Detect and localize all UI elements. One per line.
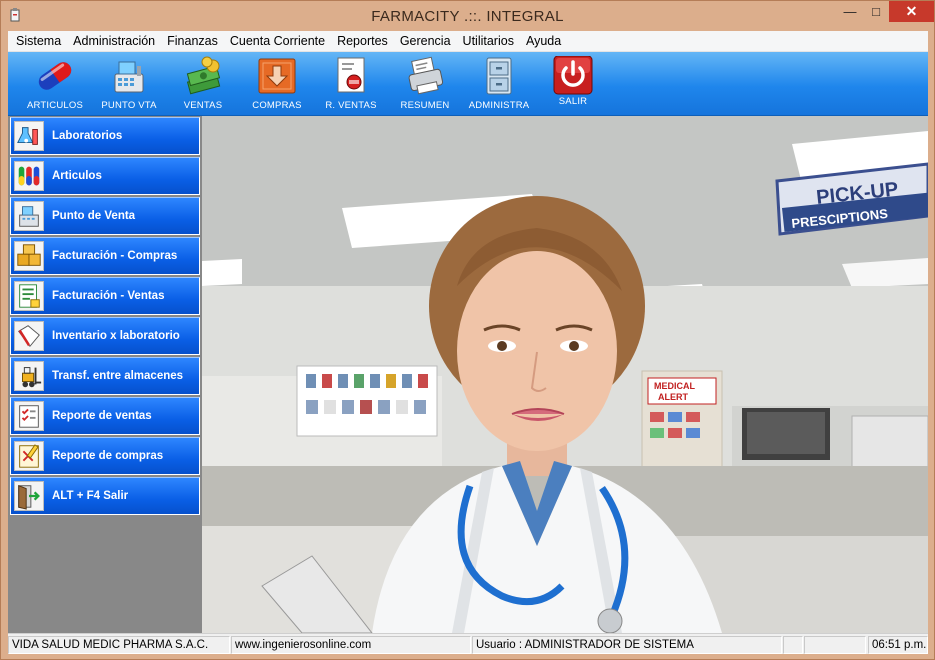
- minimize-icon: —: [843, 4, 857, 19]
- sidebar-item-label: Reporte de compras: [52, 450, 164, 462]
- toolbar-label: PUNTO VTA: [101, 100, 157, 111]
- minimize-button[interactable]: —: [837, 1, 863, 22]
- toolbar-ventas-button[interactable]: VENTAS: [164, 54, 242, 114]
- toolbar-resumen-button[interactable]: RESUMEN: [386, 54, 464, 114]
- menu-sistema[interactable]: Sistema: [10, 31, 67, 52]
- money-stack-icon: [186, 56, 221, 95]
- pharmacy-photo: PICK-UP PRESCIPTIONS MEDICAL ALERT: [202, 116, 928, 633]
- toolbar-administra-button[interactable]: ADMINISTRA: [460, 54, 538, 114]
- app-window: FARMACITY .::. INTEGRAL — □ ✕ Sistema Ad…: [0, 0, 935, 660]
- cash-register-icon: [114, 61, 144, 93]
- menu-ayuda[interactable]: Ayuda: [520, 31, 567, 52]
- inventory-book-icon: [14, 321, 44, 351]
- sidebar-item-facturacion-compras[interactable]: Facturación - Compras: [10, 237, 200, 275]
- close-icon: ✕: [905, 3, 918, 19]
- sidebar-item-reporte-de-ventas[interactable]: Reporte de ventas: [10, 397, 200, 435]
- sidebar-item-label: Facturación - Ventas: [52, 290, 165, 302]
- toolbar-compras-button[interactable]: COMPRAS: [238, 54, 316, 114]
- download-box-icon: [258, 58, 296, 94]
- sidebar-item-laboratorios[interactable]: Laboratorios: [10, 117, 200, 155]
- sales-report-icon: [337, 57, 365, 93]
- toolbar-articulos-button[interactable]: ARTICULOS: [16, 54, 94, 114]
- title-bar[interactable]: FARMACITY .::. INTEGRAL — □ ✕: [1, 1, 934, 31]
- sidebar-item-label: ALT + F4 Salir: [52, 490, 129, 502]
- sidebar-item-facturacion-ventas[interactable]: Facturación - Ventas: [10, 277, 200, 315]
- status-user: Usuario : ADMINISTRADOR DE SISTEMA: [472, 636, 782, 654]
- toolbar-label: COMPRAS: [252, 100, 302, 111]
- window-title: FARMACITY .::. INTEGRAL: [371, 8, 564, 25]
- toolbar-label: ADMINISTRA: [468, 100, 530, 111]
- toolbar-label: SALIR: [558, 96, 588, 107]
- sidebar-item-label: Reporte de ventas: [52, 410, 152, 422]
- client-area: Sistema Administración Finanzas Cuenta C…: [8, 31, 928, 654]
- toolbar-r-ventas-button[interactable]: R. VENTAS: [312, 54, 390, 114]
- invoice-icon: [14, 281, 44, 311]
- maximize-icon: □: [872, 4, 880, 19]
- toolbar-label: ARTICULOS: [27, 100, 83, 111]
- sidebar-item-reporte-de-compras[interactable]: Reporte de compras: [10, 437, 200, 475]
- status-company: VIDA SALUD MEDIC PHARMA S.A.C.: [8, 636, 230, 654]
- menu-finanzas[interactable]: Finanzas: [161, 31, 224, 52]
- toolbar-label: RESUMEN: [400, 100, 450, 111]
- cash-register-icon: [14, 201, 44, 231]
- boxes-icon: [14, 241, 44, 271]
- status-blank-panel: [804, 636, 866, 654]
- toolbar-salir-button[interactable]: SALIR: [534, 54, 612, 114]
- pills-icon: [14, 161, 44, 191]
- pharmacist-illustration: PICK-UP PRESCIPTIONS MEDICAL ALERT: [202, 116, 928, 633]
- summary-printer-icon: [408, 56, 444, 95]
- medical-alert-line1: MEDICAL: [654, 381, 695, 391]
- toolbar-label: VENTAS: [183, 100, 223, 111]
- menu-cuenta-corriente[interactable]: Cuenta Corriente: [224, 31, 331, 52]
- medical-alert-line2: ALERT: [658, 392, 688, 402]
- sidebar-item-transf-entre-almacenes[interactable]: Transf. entre almacenes: [10, 357, 200, 395]
- menu-reportes[interactable]: Reportes: [331, 31, 394, 52]
- menu-administracion[interactable]: Administración: [67, 31, 161, 52]
- sidebar-item-punto-de-venta[interactable]: Punto de Venta: [10, 197, 200, 235]
- status-website: www.ingenierosonline.com: [231, 636, 471, 654]
- sidebar-item-articulos[interactable]: Articulos: [10, 157, 200, 195]
- toolbar-punto-vta-button[interactable]: PUNTO VTA: [90, 54, 168, 114]
- power-icon: [553, 56, 593, 95]
- lab-flask-icon: [14, 121, 44, 151]
- sidebar-item-label: Facturación - Compras: [52, 250, 178, 262]
- sidebar-item-label: Punto de Venta: [52, 210, 136, 222]
- menu-gerencia[interactable]: Gerencia: [394, 31, 457, 52]
- sidebar-item-label: Articulos: [52, 170, 102, 182]
- file-cabinet-icon: [486, 57, 512, 95]
- forklift-icon: [14, 361, 44, 391]
- status-bar: VIDA SALUD MEDIC PHARMA S.A.C. www.ingen…: [8, 633, 928, 654]
- sidebar-item-label: Transf. entre almacenes: [52, 370, 184, 382]
- toolbar: ARTICULOS PUNTO VTA VENTAS COMPRAS R. VE…: [8, 52, 928, 116]
- sidebar-item-label: Inventario x laboratorio: [52, 330, 180, 342]
- sidebar: Laboratorios Articulos Punto de Venta Fa…: [8, 116, 202, 633]
- menu-utilitarios[interactable]: Utilitarios: [457, 31, 520, 52]
- sidebar-item-inventario-x-laboratorio[interactable]: Inventario x laboratorio: [10, 317, 200, 355]
- status-time: 06:51 p.m.: [868, 636, 928, 654]
- status-blank-panel: [783, 636, 803, 654]
- sidebar-item-label: Laboratorios: [52, 130, 123, 142]
- checklist-icon: [14, 401, 44, 431]
- toolbar-label: R. VENTAS: [325, 100, 377, 111]
- capsule-icon: [38, 62, 72, 90]
- menu-bar: Sistema Administración Finanzas Cuenta C…: [8, 31, 928, 52]
- sidebar-item-salir[interactable]: ALT + F4 Salir: [10, 477, 200, 515]
- close-button[interactable]: ✕: [889, 1, 934, 22]
- exit-door-icon: [14, 481, 44, 511]
- maximize-button[interactable]: □: [863, 1, 889, 22]
- report-edit-icon: [14, 441, 44, 471]
